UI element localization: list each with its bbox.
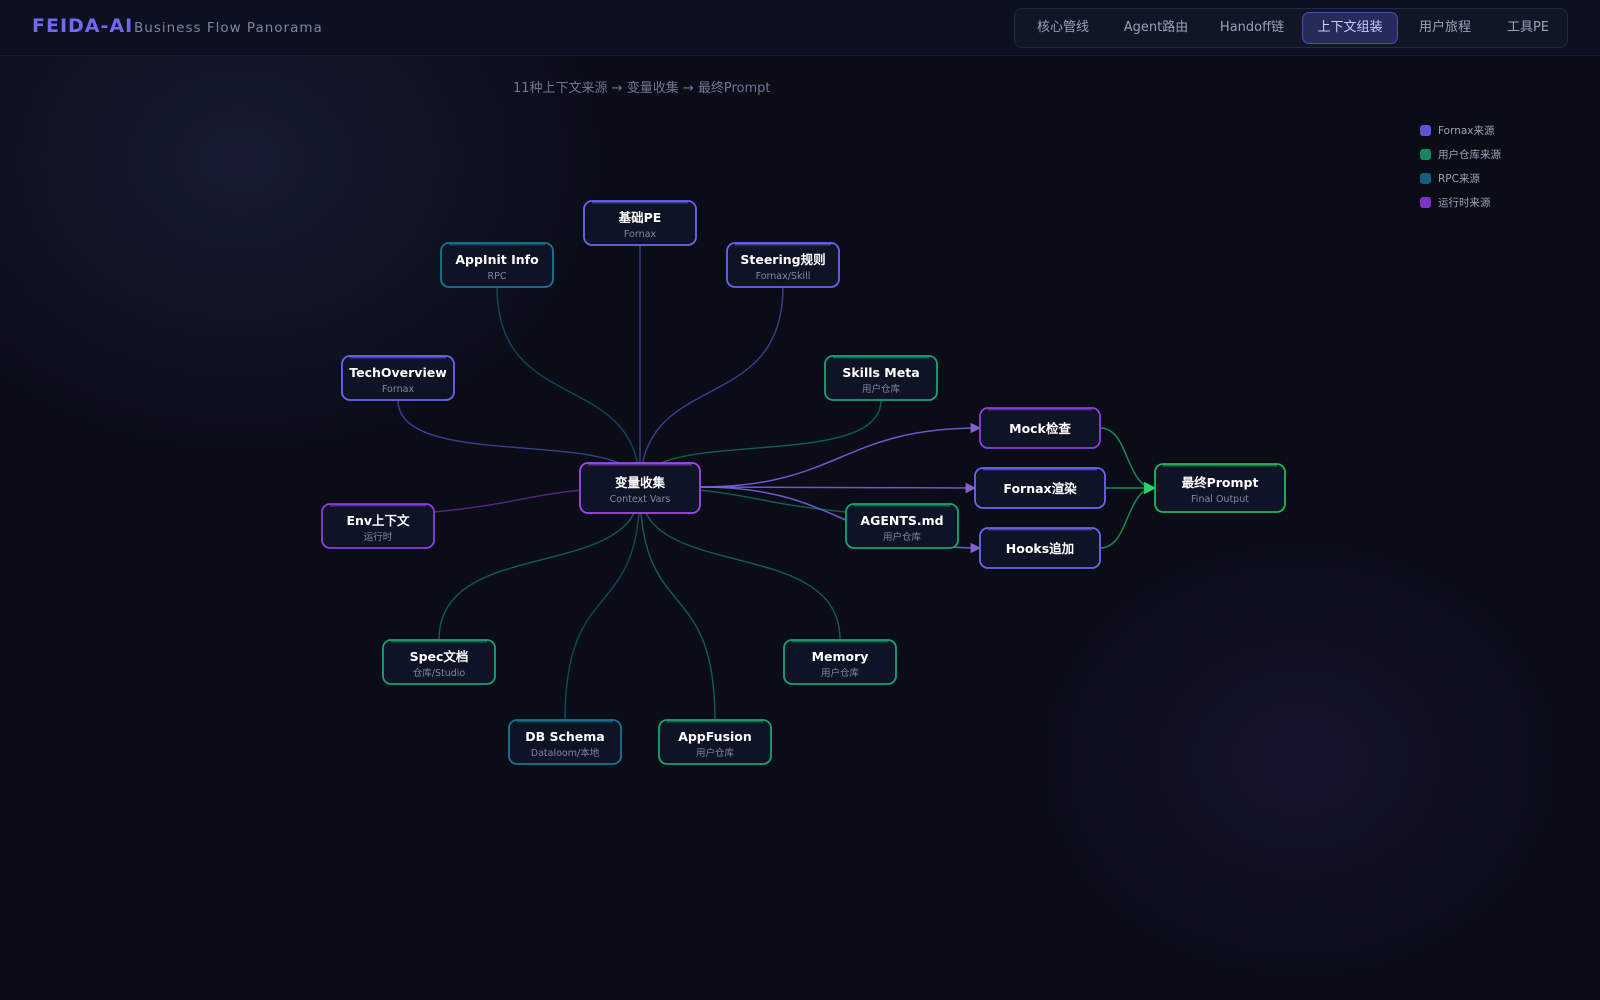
node-title: 基础PE (618, 210, 662, 225)
node-title: DB Schema (525, 729, 605, 744)
source-node-appinit[interactable]: AppInit Info RPC (440, 242, 554, 288)
source-node-memory[interactable]: Memory 用户仓库 (783, 639, 897, 685)
hub-node-context-vars[interactable]: 变量收集 Context Vars (579, 462, 701, 514)
node-subtitle: Final Output (1191, 494, 1249, 505)
node-subtitle: Context Vars (610, 494, 671, 505)
source-node-env[interactable]: Env上下文运行时 (321, 503, 435, 549)
source-node-techoverview[interactable]: TechOverview Fornax (341, 355, 455, 401)
source-node-jichu[interactable]: 基础PE Fornax (583, 200, 697, 246)
node-subtitle: 仓库/Studio (413, 667, 466, 679)
edge-appinit-to-hub (496, 286, 641, 489)
node-subtitle: 用户仓库 (696, 747, 735, 759)
node-subtitle: 用户仓库 (883, 531, 922, 543)
node-title: 变量收集 (615, 475, 666, 490)
edge-appfusion-to-hub (639, 487, 716, 721)
source-node-skills[interactable]: Skills Meta 用户仓库 (824, 355, 938, 401)
node-title: Mock检查 (1009, 421, 1071, 436)
node-subtitle: Fornax (624, 229, 657, 240)
node-title: 最终Prompt (1182, 475, 1259, 490)
edge-hooks-to-output (1099, 482, 1157, 549)
node-subtitle: 运行时 (364, 531, 393, 543)
node-subtitle: RPC (488, 271, 507, 282)
page: FEIDA-AI Business Flow Panorama 核心管线 Age… (0, 0, 1600, 1000)
node-title: Memory (812, 649, 869, 664)
node-title: Hooks追加 (1006, 541, 1074, 556)
source-node-steering[interactable]: Steering规则 Fornax/Skill (726, 242, 840, 288)
source-node-spec[interactable]: Spec文档仓库/Studio (382, 639, 496, 685)
edge-dbschema-to-hub (564, 487, 641, 721)
node-title: Env上下文 (346, 513, 410, 528)
edge-hub-to-render (699, 482, 977, 494)
output-node-final-prompt[interactable]: 最终Prompt Final Output (1154, 463, 1286, 513)
node-subtitle: 用户仓库 (862, 383, 901, 395)
node-subtitle: Dataloom/本地 (531, 747, 600, 759)
node-title: Fornax渲染 (1003, 481, 1077, 496)
step-node-render[interactable]: Fornax渲染 (974, 467, 1106, 509)
node-title: TechOverview (349, 365, 447, 380)
node-title: AppInit Info (455, 252, 539, 267)
context-assembly-diagram: 基础PE Fornax AppInit Info RPC Steering规则 Forna… (321, 200, 1286, 765)
node-title: Skills Meta (842, 365, 919, 380)
edge-steering-to-hub (639, 286, 784, 489)
node-title: AppFusion (678, 729, 752, 744)
node-title: Steering规则 (740, 252, 825, 267)
edge-mock-to-output (1099, 427, 1157, 494)
source-node-dbschema[interactable]: DB Schema Dataloom/本地 (508, 719, 622, 765)
node-title: AGENTS.md (860, 513, 943, 528)
step-node-mock[interactable]: Mock检查 (979, 407, 1101, 449)
source-node-appfusion[interactable]: AppFusion 用户仓库 (658, 719, 772, 765)
step-node-hooks[interactable]: Hooks追加 (979, 527, 1101, 569)
node-subtitle: Fornax/Skill (756, 271, 811, 282)
node-title: Spec文档 (410, 649, 469, 664)
source-node-agents[interactable]: AGENTS.md 用户仓库 (845, 503, 959, 549)
node-subtitle: Fornax (382, 384, 415, 395)
node-subtitle: 用户仓库 (821, 667, 860, 679)
